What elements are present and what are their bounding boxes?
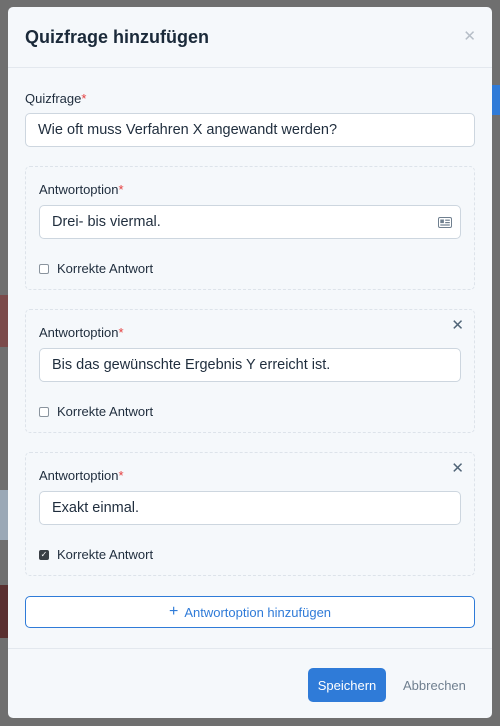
remove-answer-icon[interactable]: ✕: [451, 461, 464, 476]
background-page-fragment: [0, 490, 8, 540]
answer-option-label: Antwortoption*: [39, 468, 124, 483]
add-answer-option-button[interactable]: + Antwortoption hinzufügen: [25, 596, 475, 628]
answer-option-label-text: Antwortoption: [39, 468, 119, 483]
save-button[interactable]: Speichern: [308, 668, 386, 702]
remove-answer-icon[interactable]: ✕: [451, 318, 464, 333]
answer-option-card: ✕ Antwortoption* Bis das gewünschte Erge…: [25, 309, 475, 433]
answer-option-card: ✕ Antwortoption* Exakt einmal. ✓ Korrekt…: [25, 452, 475, 576]
add-answer-option-label: Antwortoption hinzufügen: [184, 604, 332, 620]
question-input[interactable]: Wie oft muss Verfahren X angewandt werde…: [25, 113, 475, 147]
required-marker: *: [118, 325, 124, 340]
answer-option-value: Exakt einmal.: [52, 500, 140, 516]
answer-option-card: Antwortoption* Drei- bis viermal. Korrek…: [25, 166, 475, 290]
question-label: Quizfrage*: [25, 91, 86, 106]
modal-header: Quizfrage hinzufügen ✕: [8, 7, 492, 68]
plus-icon: +: [168, 603, 179, 620]
cancel-button[interactable]: Abbrechen: [398, 668, 471, 702]
correct-answer-label: Korrekte Antwort: [57, 261, 154, 276]
answer-option-input[interactable]: Drei- bis viermal.: [39, 205, 461, 239]
required-marker: *: [118, 182, 124, 197]
answer-option-label-text: Antwortoption: [39, 325, 119, 340]
answer-option-label: Antwortoption*: [39, 182, 124, 197]
answer-option-input[interactable]: Exakt einmal.: [39, 491, 461, 525]
question-input-value: Wie oft muss Verfahren X angewandt werde…: [38, 122, 338, 138]
modal-title: Quizfrage hinzufügen: [25, 26, 209, 47]
background-page-fragment: [0, 295, 8, 347]
answer-option-label-text: Antwortoption: [39, 182, 119, 197]
correct-answer-checkbox[interactable]: ✓: [39, 549, 49, 560]
answer-option-value: Drei- bis viermal.: [52, 214, 161, 230]
correct-answer-toggle[interactable]: Korrekte Antwort: [39, 261, 153, 276]
required-marker: *: [81, 91, 87, 106]
add-quiz-question-modal: Quizfrage hinzufügen ✕ Quizfrage* Wie of…: [8, 7, 492, 718]
correct-answer-label: Korrekte Antwort: [57, 404, 154, 419]
required-marker: *: [118, 468, 124, 483]
question-label-text: Quizfrage: [25, 91, 82, 106]
background-page-fragment: [492, 85, 500, 115]
correct-answer-toggle[interactable]: ✓ Korrekte Antwort: [39, 547, 153, 562]
modal-footer: Speichern Abbrechen: [8, 648, 492, 718]
close-icon[interactable]: ✕: [463, 29, 476, 44]
correct-answer-label: Korrekte Antwort: [57, 547, 154, 562]
answer-option-label: Antwortoption*: [39, 325, 124, 340]
background-page-fragment: [0, 585, 8, 638]
correct-answer-checkbox[interactable]: [39, 406, 49, 417]
correct-answer-toggle[interactable]: Korrekte Antwort: [39, 404, 153, 419]
answer-option-value: Bis das gewünschte Ergebnis Y erreicht i…: [52, 357, 331, 373]
id-card-icon[interactable]: [438, 216, 452, 232]
correct-answer-checkbox[interactable]: [39, 263, 49, 274]
answer-option-input[interactable]: Bis das gewünschte Ergebnis Y erreicht i…: [39, 348, 461, 382]
